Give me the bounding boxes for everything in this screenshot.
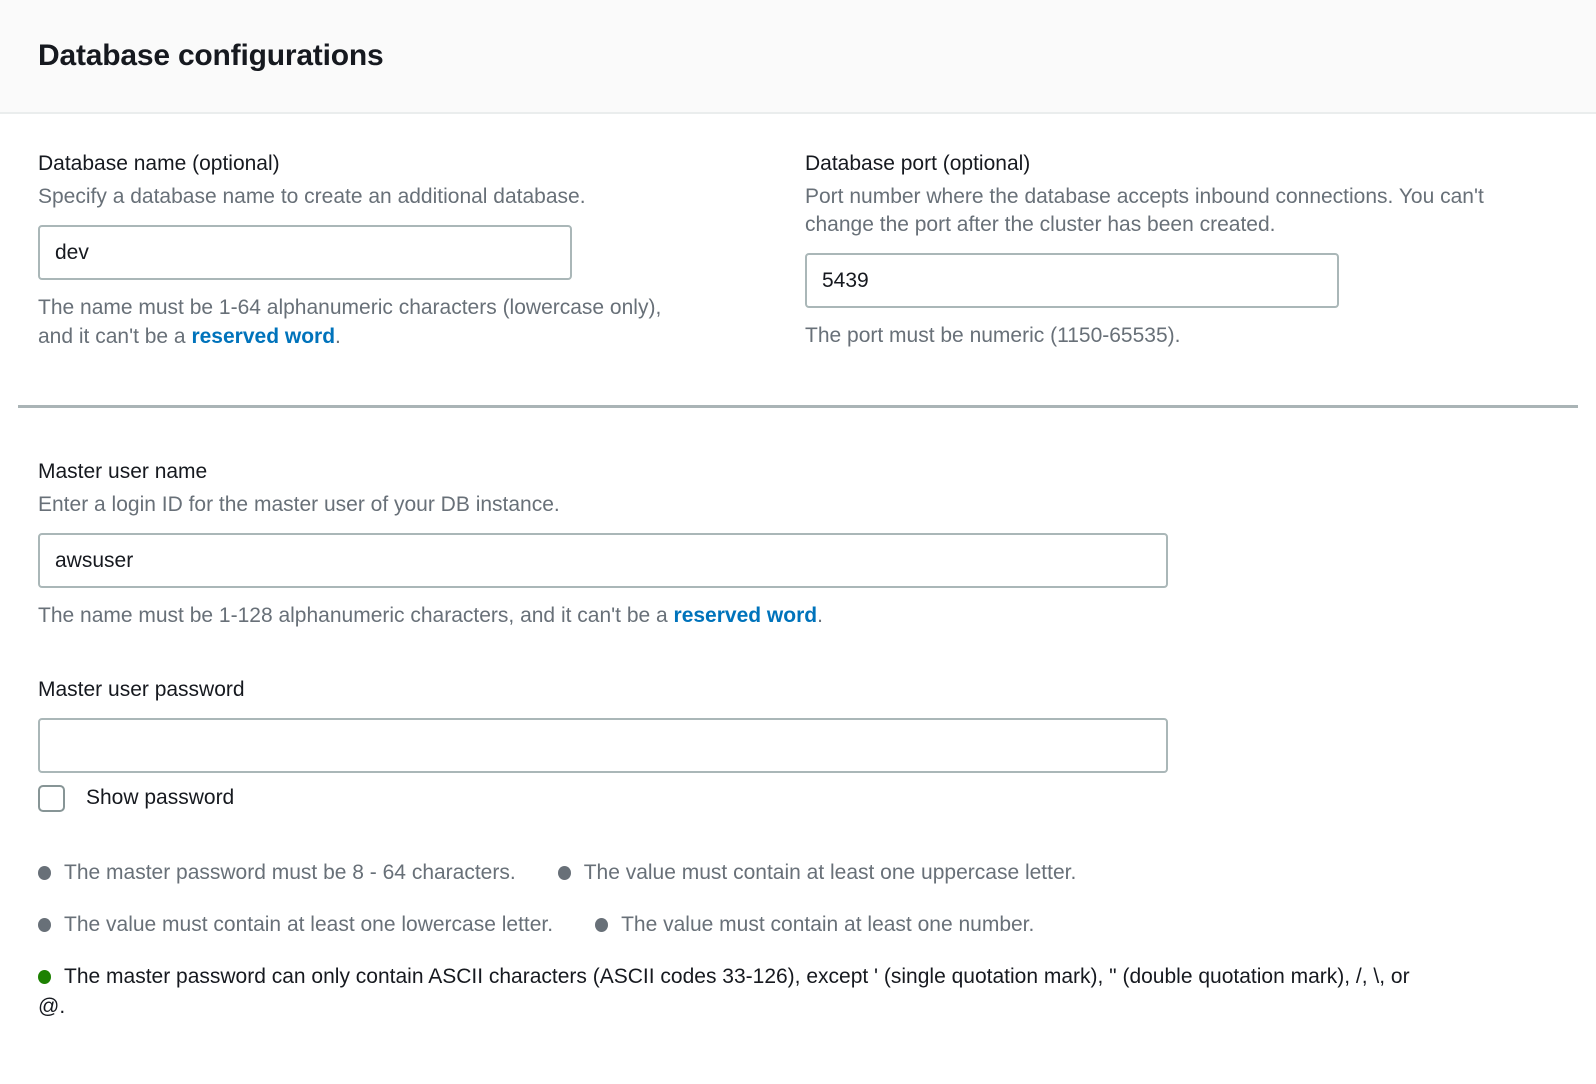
rule-bullet-icon bbox=[595, 918, 608, 932]
rule-bullet-icon bbox=[38, 918, 51, 932]
constraint-text-suffix: . bbox=[335, 325, 341, 348]
field-master-user-name: Master user name Enter a login ID for th… bbox=[38, 458, 1558, 630]
field-database-port: Database port (optional) Port number whe… bbox=[805, 150, 1558, 351]
constraint-text-suffix: . bbox=[817, 604, 823, 627]
show-password-label: Show password bbox=[86, 784, 234, 812]
rule-text: The value must contain at least one numb… bbox=[621, 913, 1034, 936]
reserved-word-link[interactable]: reserved word bbox=[191, 325, 335, 348]
master-user-name-description: Enter a login ID for the master user of … bbox=[38, 491, 1558, 519]
database-port-description: Port number where the database accepts i… bbox=[805, 183, 1505, 239]
constraint-text: The name must be 1-64 alphanumeric chara… bbox=[38, 296, 661, 348]
password-rules-list: The master password must be 8 - 64 chara… bbox=[38, 858, 1558, 1022]
database-name-constraint: The name must be 1-64 alphanumeric chara… bbox=[38, 293, 698, 351]
password-rule: The value must contain at least one numb… bbox=[595, 913, 1034, 936]
rule-text: The master password must be 8 - 64 chara… bbox=[64, 861, 516, 884]
database-name-label: Database name (optional) bbox=[38, 150, 760, 178]
panel-header: Database configurations bbox=[0, 0, 1596, 114]
database-port-label: Database port (optional) bbox=[805, 150, 1558, 178]
password-rule-satisfied: The master password can only contain ASC… bbox=[38, 962, 1430, 1022]
database-configurations-panel: Database configurations Database name (o… bbox=[0, 0, 1596, 1022]
show-password-checkbox[interactable] bbox=[38, 785, 65, 812]
rule-bullet-icon bbox=[38, 866, 51, 880]
database-name-input[interactable] bbox=[38, 225, 572, 280]
password-rule: The value must contain at least one uppe… bbox=[558, 861, 1077, 884]
show-password-control[interactable]: Show password bbox=[38, 784, 234, 812]
constraint-text: The name must be 1-128 alphanumeric char… bbox=[38, 604, 674, 627]
field-database-name: Database name (optional) Specify a datab… bbox=[38, 150, 760, 351]
master-user-section: Master user name Enter a login ID for th… bbox=[0, 458, 1596, 1022]
password-rule: The master password must be 8 - 64 chara… bbox=[38, 861, 516, 884]
master-user-name-input[interactable] bbox=[38, 533, 1168, 588]
password-rules-row: The master password must be 8 - 64 chara… bbox=[38, 858, 1558, 887]
rule-ok-bullet-icon bbox=[38, 970, 51, 984]
database-name-description: Specify a database name to create an add… bbox=[38, 183, 760, 211]
password-rule: The value must contain at least one lowe… bbox=[38, 913, 553, 936]
database-port-constraint: The port must be numeric (1150-65535). bbox=[805, 321, 1558, 350]
rule-text: The value must contain at least one uppe… bbox=[584, 861, 1077, 884]
master-user-name-constraint: The name must be 1-128 alphanumeric char… bbox=[38, 601, 1558, 630]
database-port-input[interactable] bbox=[805, 253, 1339, 308]
rule-bullet-icon bbox=[558, 866, 571, 880]
reserved-word-link[interactable]: reserved word bbox=[674, 604, 818, 627]
section-divider bbox=[18, 405, 1578, 408]
password-rules-row: The value must contain at least one lowe… bbox=[38, 910, 1558, 939]
page-title: Database configurations bbox=[38, 39, 383, 73]
rule-text: The master password can only contain ASC… bbox=[38, 965, 1410, 1018]
rule-text: The value must contain at least one lowe… bbox=[64, 913, 553, 936]
master-user-name-label: Master user name bbox=[38, 458, 1558, 486]
database-settings-row: Database name (optional) Specify a datab… bbox=[0, 150, 1596, 351]
master-user-password-input[interactable] bbox=[38, 718, 1168, 773]
master-user-password-label: Master user password bbox=[38, 676, 1558, 704]
field-master-user-password: Master user password Show password bbox=[38, 676, 1558, 812]
